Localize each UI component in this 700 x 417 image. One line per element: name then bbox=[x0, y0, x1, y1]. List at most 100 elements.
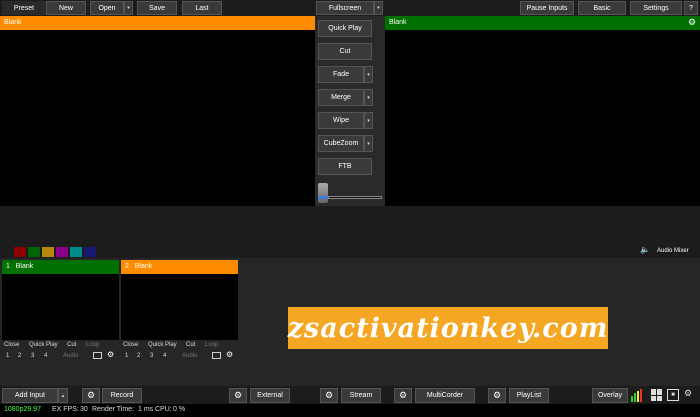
tbar-track[interactable] bbox=[328, 196, 382, 199]
input-1-overlay-4[interactable]: 4 bbox=[44, 353, 47, 359]
input-1-overlay-1[interactable]: 1 bbox=[6, 353, 9, 359]
output-title: Blank bbox=[389, 19, 407, 26]
open-button[interactable]: Open bbox=[90, 1, 124, 15]
input-1-title: Blank bbox=[15, 263, 34, 270]
stream-gear-icon[interactable]: ⚙ bbox=[320, 388, 338, 403]
new-button[interactable]: New bbox=[46, 1, 86, 15]
preview-output-gap bbox=[0, 206, 700, 244]
cut-button[interactable]: Cut bbox=[318, 43, 372, 60]
preset-button[interactable]: Preset bbox=[2, 1, 46, 15]
playlist-button[interactable]: PlayList bbox=[509, 388, 549, 403]
tbar-indicator bbox=[318, 196, 328, 199]
fade-dropdown-icon[interactable]: ▾ bbox=[364, 66, 373, 83]
meter-bar-3 bbox=[637, 391, 639, 402]
input-1-number: 1 bbox=[6, 263, 10, 270]
input-2-overlay-4[interactable]: 4 bbox=[163, 353, 166, 359]
grid-cell-4 bbox=[657, 395, 662, 401]
input-1-gear-icon[interactable]: ⚙ bbox=[107, 350, 114, 359]
tbar-handle[interactable] bbox=[318, 183, 328, 203]
cubezoom-dropdown-icon[interactable]: ▾ bbox=[364, 135, 373, 152]
input-1-cut-button[interactable]: Cut bbox=[67, 342, 76, 348]
input-1-overlay-3[interactable]: 3 bbox=[31, 353, 34, 359]
status-render-label: Render Time: bbox=[92, 406, 135, 413]
color-swatch-1[interactable] bbox=[14, 247, 26, 257]
meter-bar-1 bbox=[631, 396, 633, 402]
status-cpu-value: 0 % bbox=[173, 406, 186, 413]
playlist-gear-icon[interactable]: ⚙ bbox=[488, 388, 506, 403]
help-button[interactable]: ? bbox=[684, 1, 698, 15]
audio-mixer-button[interactable]: Audio Mixer bbox=[657, 248, 689, 254]
add-input-button[interactable]: Add Input bbox=[2, 388, 58, 403]
status-render-value: 1 ms bbox=[138, 406, 154, 413]
save-button[interactable]: Save bbox=[137, 1, 177, 15]
color-swatch-2[interactable] bbox=[28, 247, 40, 257]
multicorder-gear-icon[interactable]: ⚙ bbox=[394, 388, 412, 403]
input-2-close-button[interactable]: Close bbox=[123, 342, 138, 348]
external-gear-icon[interactable]: ⚙ bbox=[229, 388, 247, 403]
pause-inputs-button[interactable]: Pause Inputs bbox=[520, 1, 574, 15]
input-1-audio-button[interactable]: Audio bbox=[63, 353, 78, 359]
input-2-header[interactable]: 2 Blank bbox=[121, 260, 238, 274]
input-2-audio-button[interactable]: Audio bbox=[182, 353, 197, 359]
input-2-overlay-2[interactable]: 2 bbox=[137, 353, 140, 359]
color-swatch-4[interactable] bbox=[56, 247, 68, 257]
status-fps-label: EX FPS: bbox=[52, 406, 79, 413]
input-1-thumbnail[interactable] bbox=[2, 274, 119, 340]
preview-display[interactable] bbox=[0, 30, 315, 206]
input-2-monitor-icon[interactable] bbox=[212, 352, 221, 359]
record-button[interactable]: Record bbox=[102, 388, 142, 403]
open-dropdown-icon[interactable]: ▾ bbox=[124, 1, 133, 15]
fade-button[interactable]: Fade bbox=[318, 66, 364, 83]
input-1-close-button[interactable]: Close bbox=[4, 342, 19, 348]
input-1-quick-play-button[interactable]: Quick Play bbox=[29, 342, 58, 348]
fullscreen-dropdown-icon[interactable]: ▾ bbox=[374, 1, 383, 15]
input-2-loop-button[interactable]: Loop bbox=[205, 342, 218, 348]
input-2-quick-play-button[interactable]: Quick Play bbox=[148, 342, 177, 348]
status-fps-value: 30 bbox=[80, 406, 88, 413]
meter-bar-4 bbox=[640, 389, 642, 402]
merge-button[interactable]: Merge bbox=[318, 89, 364, 106]
input-2-number: 2 bbox=[125, 263, 129, 270]
multiview-grid-icon[interactable] bbox=[651, 389, 663, 401]
color-swatch-6[interactable] bbox=[84, 247, 96, 257]
grid-cell-2 bbox=[657, 389, 662, 395]
stream-button[interactable]: Stream bbox=[341, 388, 381, 403]
ftb-button[interactable]: FTB bbox=[318, 158, 372, 175]
fullscreen-button[interactable]: Fullscreen bbox=[316, 1, 374, 15]
last-button[interactable]: Last bbox=[182, 1, 222, 15]
merge-dropdown-icon[interactable]: ▾ bbox=[364, 89, 373, 106]
input-1-overlay-2[interactable]: 2 bbox=[18, 353, 21, 359]
input-2-overlay-1[interactable]: 1 bbox=[125, 353, 128, 359]
quick-play-button[interactable]: Quick Play bbox=[318, 20, 372, 37]
wipe-dropdown-icon[interactable]: ▾ bbox=[364, 112, 373, 129]
snapshot-camera-icon[interactable]: ■ bbox=[667, 389, 679, 401]
input-2-gear-icon[interactable]: ⚙ bbox=[226, 350, 233, 359]
input-2-title: Blank bbox=[134, 263, 153, 270]
input-1-monitor-icon[interactable] bbox=[93, 352, 102, 359]
audio-meter-icon[interactable] bbox=[631, 389, 644, 402]
overlay-button[interactable]: Overlay bbox=[592, 388, 628, 403]
status-cpu-label: CPU: bbox=[155, 406, 172, 413]
output-display[interactable] bbox=[385, 30, 700, 206]
watermark-banner: zsactivationkey.com bbox=[288, 307, 608, 349]
cubezoom-button[interactable]: CubeZoom bbox=[318, 135, 364, 152]
input-1-header[interactable]: 1 Blank bbox=[2, 260, 119, 274]
input-1-loop-button[interactable]: Loop bbox=[86, 342, 99, 348]
color-swatch-3[interactable] bbox=[42, 247, 54, 257]
input-2-thumbnail[interactable] bbox=[121, 274, 238, 340]
settings-button[interactable]: Settings bbox=[630, 1, 682, 15]
external-button[interactable]: External bbox=[250, 388, 290, 403]
input-2-cut-button[interactable]: Cut bbox=[186, 342, 195, 348]
basic-button[interactable]: Basic bbox=[578, 1, 626, 15]
multicorder-button[interactable]: MultiCorder bbox=[415, 388, 475, 403]
input-2-overlay-3[interactable]: 3 bbox=[150, 353, 153, 359]
color-swatch-5[interactable] bbox=[70, 247, 82, 257]
bottom-settings-gear-icon[interactable]: ⚙ bbox=[684, 388, 692, 399]
record-gear-icon[interactable]: ⚙ bbox=[82, 388, 100, 403]
wipe-button[interactable]: Wipe bbox=[318, 112, 364, 129]
add-input-dropdown-icon[interactable]: ▴ bbox=[58, 388, 68, 403]
speaker-icon: 🔈 bbox=[640, 245, 650, 254]
output-gear-icon[interactable]: ⚙ bbox=[688, 17, 698, 28]
output-header: Blank bbox=[385, 16, 700, 30]
preview-header: Blank bbox=[0, 16, 315, 30]
